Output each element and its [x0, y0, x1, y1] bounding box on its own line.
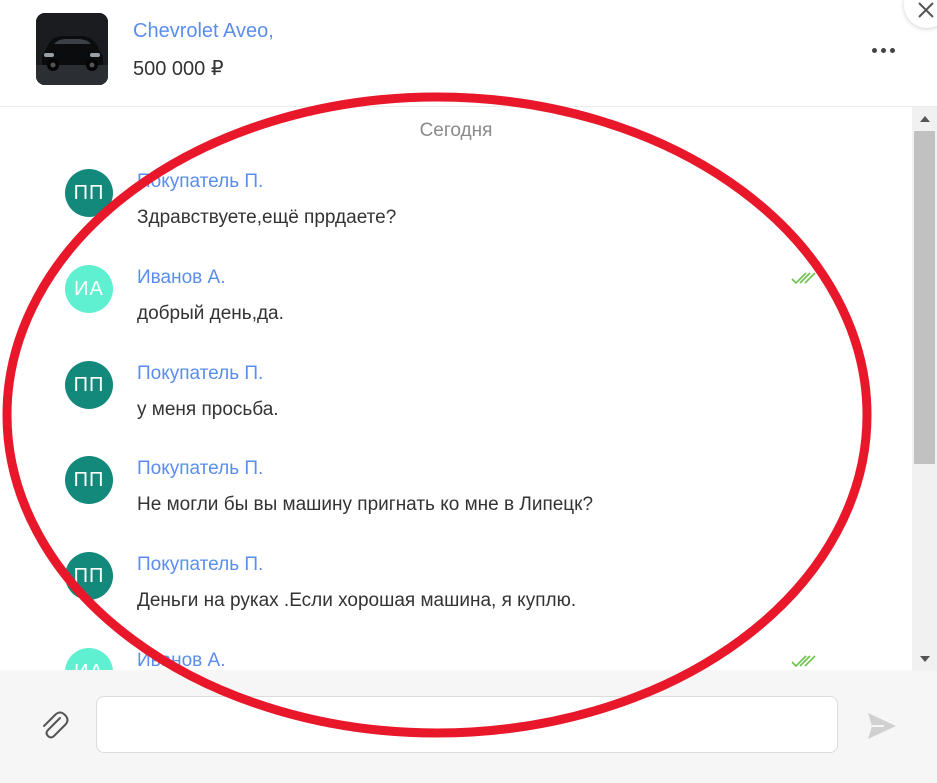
message-item: ПП Покупатель П. у меня просьба.: [0, 361, 912, 451]
double-check-icon: [791, 655, 816, 668]
message-item: ПП Покупатель П. Деньги на руках .Если х…: [0, 552, 912, 642]
message-text: Не могли бы вы машину пригнать ко мне в …: [137, 494, 594, 515]
message-item: ИА Иванов А.: [0, 648, 912, 670]
message-text: Здравствуете,ещё пррдаете?: [137, 207, 397, 228]
message-author[interactable]: Покупатель П.: [137, 554, 263, 576]
avatar[interactable]: ИА: [65, 648, 113, 670]
avatar[interactable]: ПП: [65, 456, 113, 504]
avatar[interactable]: ИА: [65, 265, 113, 313]
message-author[interactable]: Иванов А.: [137, 650, 226, 670]
message-author[interactable]: Покупатель П.: [137, 458, 263, 480]
double-check-icon: [791, 272, 816, 285]
car-title-link[interactable]: Chevrolet Aveo,: [133, 20, 274, 43]
scroll-up-button[interactable]: [912, 109, 937, 127]
scrollbar-thumb[interactable]: [914, 131, 935, 464]
car-photo-icon: [36, 13, 108, 85]
message-item: ПП Покупатель П. Здравствуете,ещё пррдае…: [0, 169, 912, 259]
more-options-button[interactable]: [864, 36, 902, 64]
chevron-up-icon: [919, 115, 930, 122]
car-price: 500 000 ₽: [133, 58, 224, 80]
scrollbar[interactable]: [912, 107, 937, 670]
message-text: Деньги на руках .Если хорошая машина, я …: [137, 590, 577, 611]
date-separator: Сегодня: [419, 120, 493, 141]
message-author[interactable]: Покупатель П.: [137, 171, 263, 193]
close-button[interactable]: [904, 0, 937, 28]
message-author[interactable]: Покупатель П.: [137, 363, 263, 385]
chevron-down-icon: [919, 655, 930, 662]
close-icon: [918, 2, 934, 18]
message-item: ПП Покупатель П. Не могли бы вы машину п…: [0, 456, 912, 546]
car-thumbnail[interactable]: [36, 13, 108, 85]
scroll-down-button[interactable]: [912, 650, 937, 668]
send-icon: [868, 713, 896, 739]
avatar[interactable]: ПП: [65, 169, 113, 217]
more-horizontal-icon: [871, 47, 877, 53]
message-text: у меня просьба.: [137, 399, 279, 420]
message-text: добрый день,да.: [137, 303, 284, 324]
chat-header: Chevrolet Aveo, 500 000 ₽: [0, 0, 937, 107]
paperclip-icon: [43, 711, 69, 739]
message-list[interactable]: Сегодня ПП Покупатель П. Здравствуете,ещ…: [0, 107, 912, 670]
send-button[interactable]: [866, 711, 898, 746]
attach-button[interactable]: [36, 708, 72, 749]
avatar[interactable]: ПП: [65, 361, 113, 409]
message-author[interactable]: Иванов А.: [137, 267, 226, 289]
avatar[interactable]: ПП: [65, 552, 113, 600]
message-composer: [0, 670, 937, 783]
message-input[interactable]: [96, 696, 838, 753]
message-item: ИА Иванов А. добрый день,да.: [0, 265, 912, 355]
